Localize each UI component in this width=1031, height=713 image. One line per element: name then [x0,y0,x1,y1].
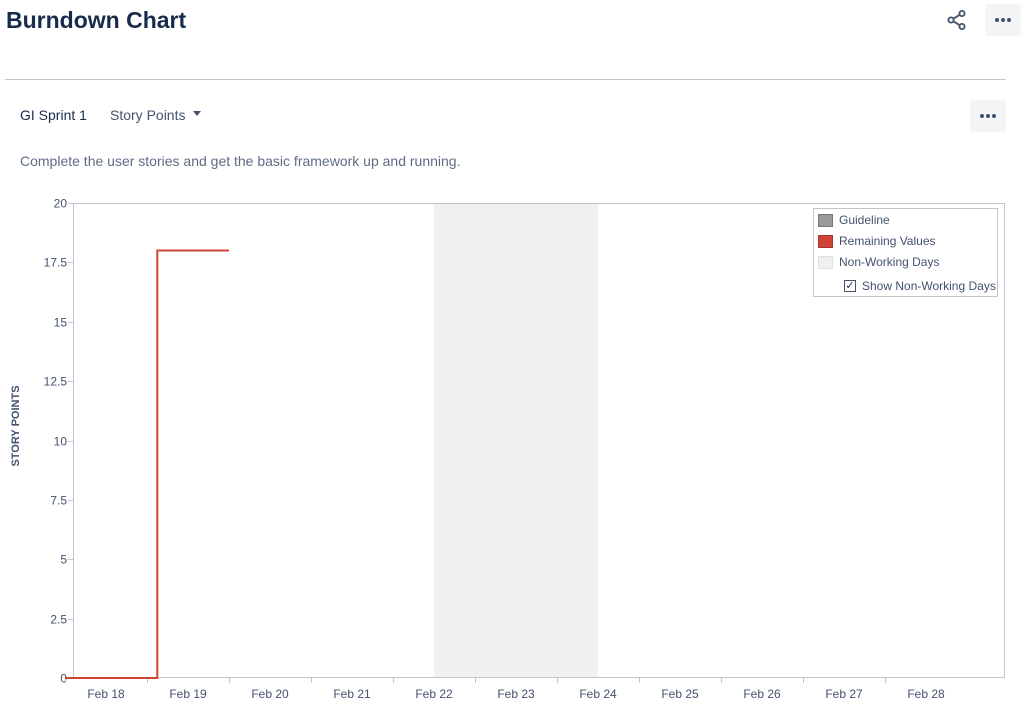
legend-item-guideline: Guideline [818,213,890,227]
y-tick-label: 15 [54,316,68,330]
y-tick-label: 5 [60,553,67,567]
y-tick-label: 10 [54,435,68,449]
x-tick-label: Feb 27 [825,687,863,701]
non-working-days-band [434,203,598,678]
legend-label: Remaining Values [839,234,936,248]
show-non-working-days-checkbox[interactable]: ✓ [844,280,856,292]
x-tick-label: Feb 25 [661,687,699,701]
x-tick-label: Feb 22 [415,687,453,701]
x-tick-label: Feb 20 [251,687,289,701]
legend-item-non-working: Non-Working Days [818,255,939,269]
x-tick-label: Feb 28 [907,687,945,701]
y-tick-label: 7.5 [50,494,67,508]
y-tick-label: 17.5 [44,256,68,270]
show-non-working-days-label: Show Non-Working Days [862,279,996,293]
burndown-chart: 02.557.51012.51517.520Feb 18 Feb 19 Feb 20… [44,197,1005,701]
x-tick-label: Feb 19 [169,687,207,701]
x-tick-label: Feb 26 [743,687,781,701]
x-tick-label: Feb 21 [333,687,371,701]
y-tick-label: 20 [54,197,68,211]
legend-swatch-non-working [818,255,833,269]
legend-item-remaining: Remaining Values [818,234,936,248]
y-axis-label: STORY POINTS [10,385,22,467]
chart-legend: Guideline Remaining Values Non-Working D… [813,208,998,297]
legend-label: Guideline [839,213,890,227]
x-tick-label: Feb 23 [497,687,535,701]
legend-label: Non-Working Days [839,255,940,269]
y-tick-label: 2.5 [50,613,67,627]
x-tick-label: Feb 24 [579,687,617,701]
legend-swatch-guideline [818,213,833,227]
x-tick-label: Feb 18 [87,687,125,701]
legend-swatch-remaining [818,234,833,248]
series-line-remaining-values [65,249,229,679]
y-tick-label: 12.5 [44,375,68,389]
show-non-working-days-toggle[interactable]: ✓ Show Non-Working Days [844,279,996,293]
